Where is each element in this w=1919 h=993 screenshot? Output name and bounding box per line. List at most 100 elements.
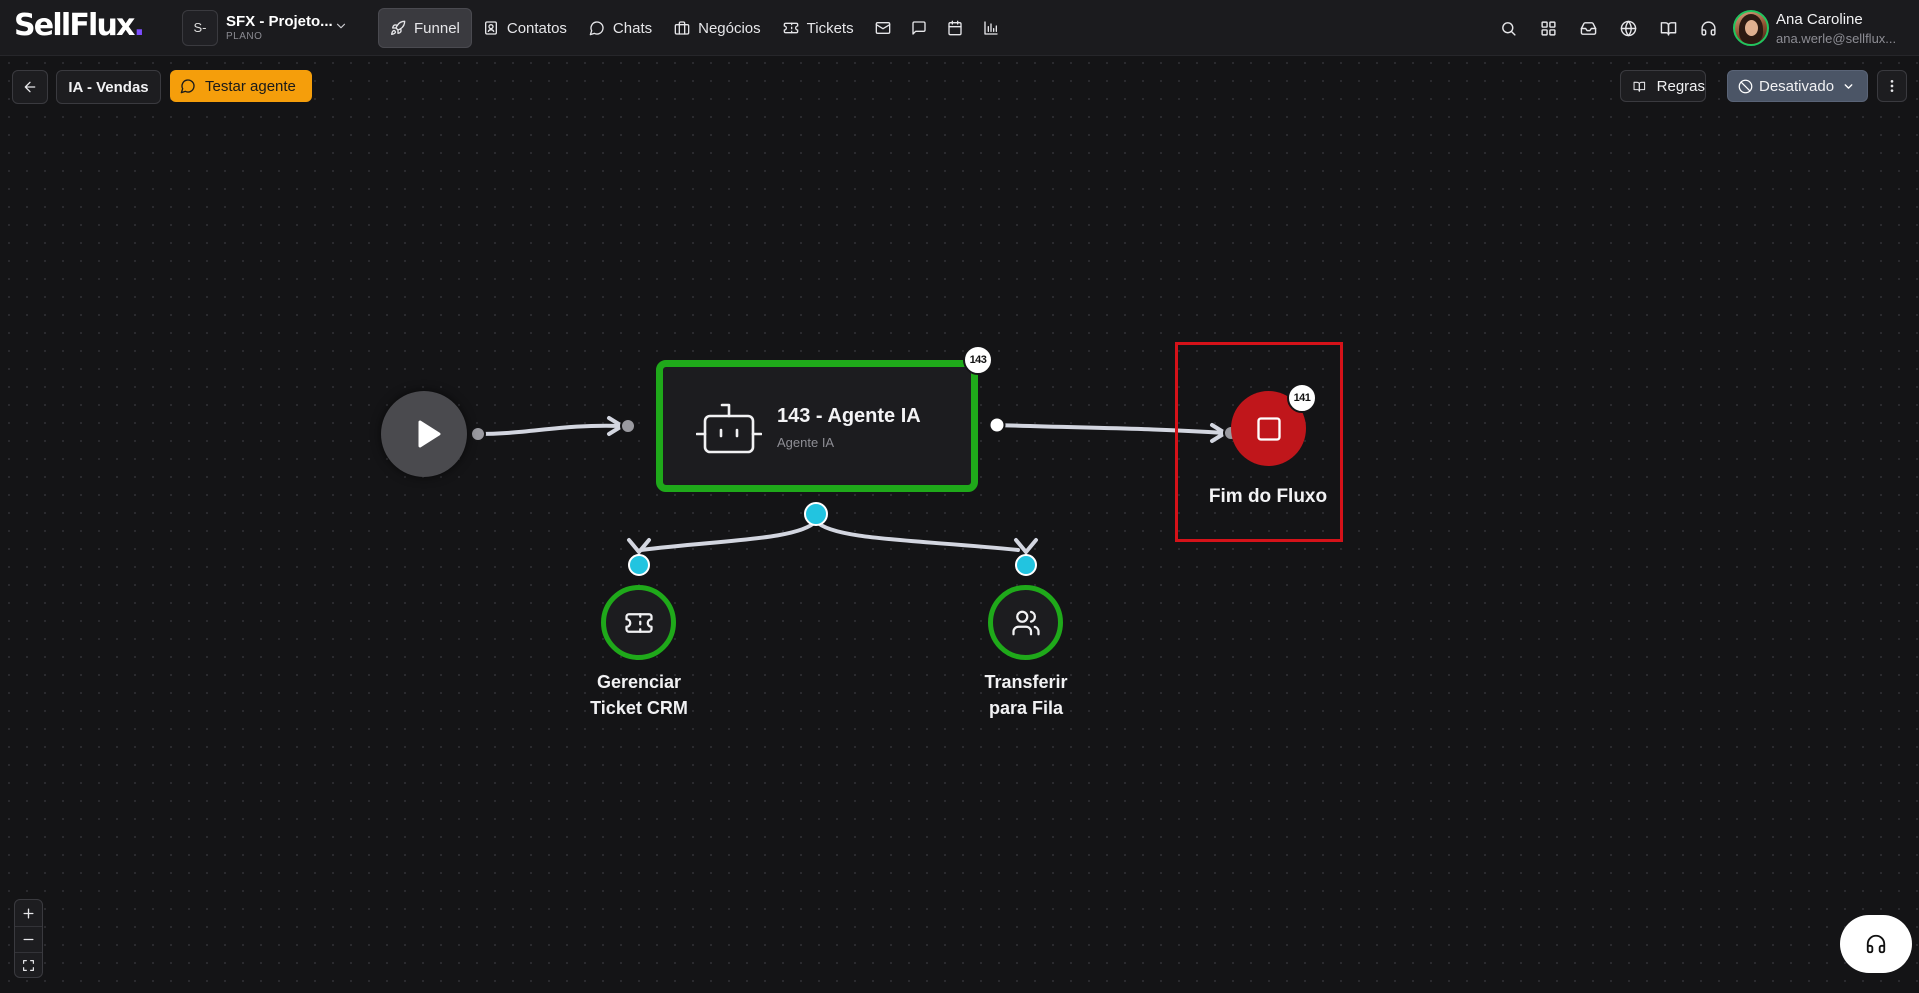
agent-ia-node[interactable]: 143 - Agente IA Agente IA — [656, 360, 978, 492]
nav-tickets-label: Tickets — [806, 19, 854, 37]
tool-label-line: Ticket CRM — [590, 698, 688, 718]
inbox-button[interactable] — [1568, 9, 1608, 47]
avatar — [1733, 10, 1769, 46]
book-open-icon — [1633, 81, 1646, 92]
handle-agent-out — [988, 416, 1006, 434]
rocket-icon — [391, 20, 406, 35]
zoom-out-button[interactable] — [15, 926, 42, 953]
ban-icon — [1738, 79, 1753, 93]
project-plan: PLANO — [226, 31, 263, 42]
fit-view-icon — [23, 959, 34, 971]
stop-square-icon — [1256, 416, 1281, 441]
back-button[interactable] — [12, 70, 48, 104]
nav-chats-label: Chats — [612, 19, 653, 37]
rules-label: Regras — [1656, 77, 1705, 95]
tool-transfer-queue-label: Transferir para Fila — [951, 669, 1101, 721]
ticket-icon — [624, 612, 653, 633]
nav-chats[interactable]: Chats — [578, 9, 663, 47]
language-button[interactable] — [1608, 9, 1648, 47]
more-options-button[interactable] — [1877, 70, 1907, 102]
globe-icon — [1620, 20, 1636, 36]
status-dropdown[interactable]: Desativado — [1727, 70, 1868, 102]
book-icon — [1660, 21, 1676, 36]
support-button[interactable] — [1688, 9, 1728, 47]
nav-funnel-label: Funnel — [414, 19, 460, 37]
tool-label-line: para Fila — [988, 698, 1064, 718]
tool-transfer-queue-node[interactable] — [988, 585, 1063, 660]
project-badge: S- — [182, 10, 218, 46]
header-actions — [1488, 9, 1728, 47]
handle-agent-tools — [804, 502, 828, 526]
headset-icon — [1866, 934, 1886, 954]
headset-icon — [1700, 20, 1716, 36]
message-square-icon — [911, 21, 926, 35]
main-nav: Funnel Contatos Chats Negócios Tickets — [378, 8, 1009, 48]
fit-view-button[interactable] — [15, 952, 42, 978]
mail-icon — [875, 22, 890, 34]
nav-negocios[interactable]: Negócios — [663, 9, 772, 47]
nav-messages[interactable] — [901, 9, 937, 47]
test-agent-button[interactable]: Testar agente — [170, 70, 312, 102]
nav-negocios-label: Negócios — [698, 19, 761, 37]
ticket-icon — [783, 22, 798, 34]
edge-start-to-agent — [476, 423, 624, 436]
robot-icon — [696, 403, 762, 454]
user-menu[interactable]: Ana Caroline ana.werle@sellflux... — [1733, 7, 1913, 49]
nav-reports[interactable] — [973, 9, 1009, 47]
play-icon — [417, 420, 441, 448]
start-node[interactable] — [381, 391, 467, 477]
end-node-badge: 141 — [1287, 383, 1317, 413]
tool-manage-ticket-node[interactable] — [601, 585, 676, 660]
handle-transfer-in — [1015, 554, 1037, 576]
nav-funnel[interactable]: Funnel — [378, 8, 472, 48]
handle-start-out — [470, 426, 486, 442]
chat-bubble-icon — [180, 79, 195, 94]
briefcase-icon — [674, 21, 690, 35]
users-icon — [1011, 610, 1040, 635]
app-logo[interactable]: SellFlux. — [14, 8, 145, 43]
user-name: Ana Caroline — [1776, 11, 1863, 28]
nav-email[interactable] — [865, 9, 901, 47]
rules-button[interactable]: Regras — [1620, 70, 1706, 102]
user-email: ana.werle@sellflux... — [1776, 31, 1897, 46]
edge-agent-to-transfer — [814, 519, 1020, 552]
zoom-in-icon — [23, 907, 34, 919]
agent-node-subtitle: Agente IA — [777, 435, 835, 450]
tool-manage-ticket-label: Gerenciar Ticket CRM — [564, 669, 714, 721]
agent-node-badge: 143 — [963, 345, 993, 375]
status-label: Desativado — [1759, 77, 1835, 95]
agent-node-title: 143 - Agente IA — [777, 405, 921, 427]
flow-name[interactable]: IA - Vendas — [56, 70, 161, 104]
inbox-icon — [1580, 21, 1596, 35]
end-node-label: Fim do Fluxo — [1208, 486, 1328, 507]
apps-button[interactable] — [1528, 9, 1568, 47]
docs-button[interactable] — [1648, 9, 1688, 47]
flow-connections — [470, 416, 1239, 576]
nav-contatos-label: Contatos — [506, 19, 567, 37]
support-chat-button[interactable] — [1840, 915, 1912, 973]
arrow-head-agent — [607, 416, 626, 436]
bar-chart-icon — [983, 21, 998, 35]
edge-agent-to-ticket — [639, 519, 818, 552]
contact-card-icon — [484, 21, 497, 35]
more-vertical-icon — [1890, 80, 1894, 92]
handle-ticket-in — [628, 554, 650, 576]
search-icon — [1501, 21, 1516, 36]
zoom-controls — [14, 899, 43, 978]
nav-calendar[interactable] — [937, 9, 973, 47]
nav-contatos[interactable]: Contatos — [472, 9, 578, 47]
nav-tickets[interactable]: Tickets — [772, 9, 865, 47]
chevron-down-icon — [1844, 83, 1853, 89]
project-selector[interactable]: S- SFX - Projeto... PLANO — [182, 10, 352, 46]
zoom-in-button[interactable] — [15, 900, 42, 927]
search-button[interactable] — [1488, 9, 1528, 47]
tool-label-line: Gerenciar — [596, 672, 682, 692]
arrow-head-transfer — [1014, 538, 1038, 556]
chevron-down-icon — [336, 23, 346, 29]
handle-agent-in — [620, 418, 636, 434]
chat-bubble-icon — [589, 21, 604, 36]
calendar-icon — [947, 20, 962, 36]
apps-grid-icon — [1540, 20, 1556, 36]
project-name: SFX - Projeto... — [226, 13, 333, 30]
tool-label-line: Transferir — [984, 672, 1068, 692]
